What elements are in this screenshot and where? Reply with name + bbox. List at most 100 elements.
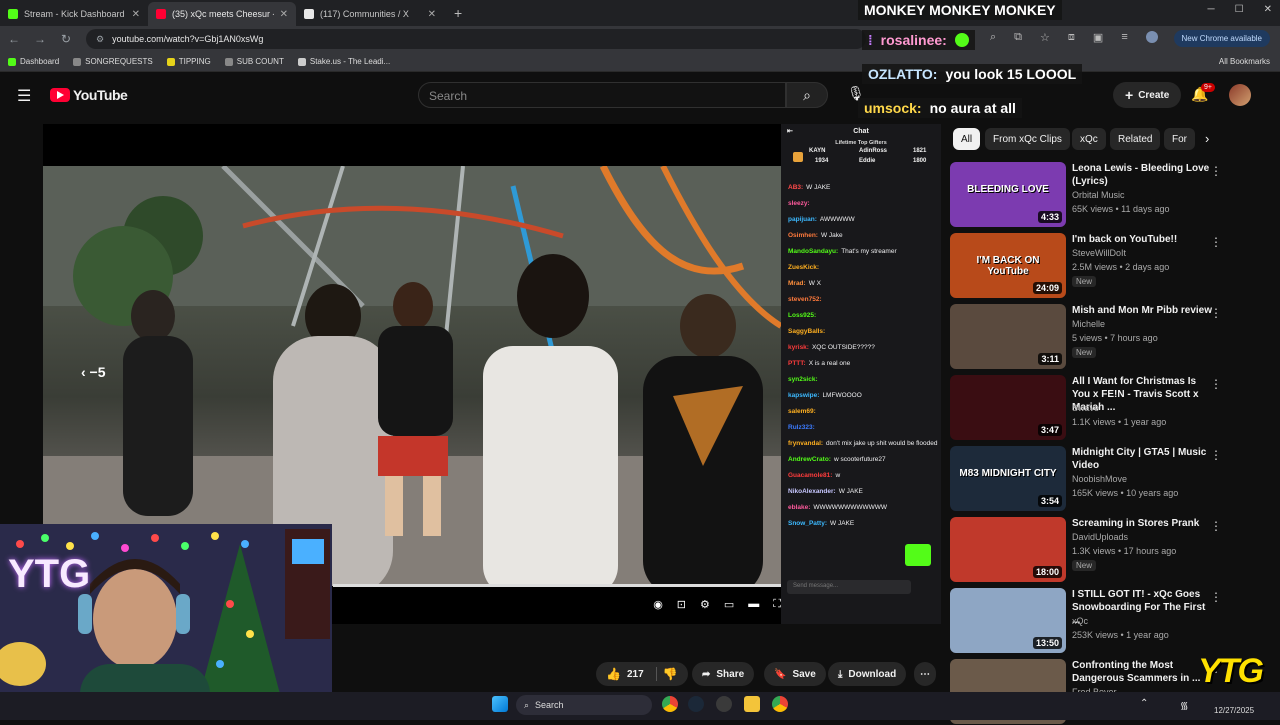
theater-icon[interactable]: ▬ xyxy=(748,598,759,611)
fullscreen-icon[interactable]: ⛶ xyxy=(773,598,781,611)
video-title[interactable]: I STILL GOT IT! - xQc Goes Snowboarding … xyxy=(1072,588,1212,627)
recommended-video[interactable]: 3:11 Mish and Mon Mr Pibb review Michelle 5… xyxy=(950,304,1270,370)
chat-username[interactable]: Guacamole81: xyxy=(788,472,832,479)
chat-username[interactable]: Osimhen: xyxy=(788,232,818,239)
download-button[interactable]: ⤓ Download xyxy=(828,662,907,686)
wifi-icon[interactable]: ᯾ xyxy=(1180,698,1189,712)
chat-username[interactable]: kapswipe: xyxy=(788,392,819,399)
video-menu-icon[interactable]: ⋮ xyxy=(1210,306,1222,320)
chat-username[interactable]: Loss925: xyxy=(788,312,816,319)
close-tab-icon[interactable]: ✕ xyxy=(428,9,436,20)
like-button[interactable]: 👍 217 👎 xyxy=(596,662,688,686)
video-menu-icon[interactable]: ⋮ xyxy=(1210,519,1222,533)
obs-icon[interactable] xyxy=(716,696,732,712)
recommended-video[interactable]: 13:50 I STILL GOT IT! - xQc Goes Snowboar… xyxy=(950,588,1270,654)
channel-name[interactable]: xQc xyxy=(1072,616,1088,626)
steam-icon[interactable] xyxy=(688,696,704,712)
more-actions-button[interactable]: ⋯ xyxy=(914,662,936,686)
recommended-video[interactable]: 3:47 All I Want for Christmas Is You x FE… xyxy=(950,375,1270,441)
profile-avatar[interactable] xyxy=(1145,31,1158,43)
new-tab-button[interactable]: + xyxy=(454,5,462,21)
chat-username[interactable]: salem69: xyxy=(788,408,816,415)
thumbs-down-icon[interactable]: 👎 xyxy=(663,667,678,681)
chat-username[interactable]: AB3: xyxy=(788,184,803,191)
sidepanel-icon[interactable]: ▣ xyxy=(1093,31,1103,44)
progress-bar[interactable] xyxy=(333,584,781,587)
taskbar-search[interactable]: ⌕ Search xyxy=(516,695,652,715)
video-thumbnail[interactable]: 3:11 xyxy=(950,304,1066,369)
video-thumbnail[interactable]: 13:50 xyxy=(950,588,1066,653)
video-menu-icon[interactable]: ⋮ xyxy=(1210,590,1222,604)
chip-from-xqc-clips[interactable]: From xQc Clips xyxy=(985,128,1070,150)
bookmark-item[interactable]: SUB COUNT xyxy=(224,57,284,66)
chat-username[interactable]: AndrewCrato: xyxy=(788,456,831,463)
channel-name[interactable]: DavidUploads xyxy=(1072,532,1128,542)
chat-username[interactable]: MandoSandayu: xyxy=(788,248,838,255)
account-avatar[interactable] xyxy=(1229,84,1251,106)
all-bookmarks-button[interactable]: All Bookmarks xyxy=(1219,57,1270,66)
browser-tab[interactable]: (117) Communities / X ✕ xyxy=(296,2,444,26)
chat-username[interactable]: Rulz323: xyxy=(788,424,815,431)
back-icon[interactable]: ← xyxy=(8,32,20,46)
channel-name[interactable]: Swave xyxy=(1072,403,1099,413)
search-input[interactable]: Search xyxy=(418,82,786,108)
video-title[interactable]: Leona Lewis - Bleeding Love (Lyrics) xyxy=(1072,162,1212,188)
chrome-icon[interactable] xyxy=(662,696,678,712)
chips-next-icon[interactable]: › xyxy=(1205,131,1209,146)
video-title[interactable]: Confronting the Most Dangerous Scammers … xyxy=(1072,659,1212,685)
extensions-icon[interactable]: ⧈ xyxy=(1068,31,1075,44)
chip-all[interactable]: All xyxy=(953,128,981,150)
forward-icon[interactable]: → xyxy=(34,32,46,46)
video-title[interactable]: Midnight City | GTA5 | Music Video xyxy=(1072,446,1212,472)
chat-username[interactable]: syn2sick: xyxy=(788,376,818,383)
video-menu-icon[interactable]: ⋮ xyxy=(1210,235,1222,249)
bookmark-item[interactable]: Stake.us - The Leadi... xyxy=(297,57,390,66)
close-tab-icon[interactable]: ✕ xyxy=(280,9,288,20)
chat-username[interactable]: steven752: xyxy=(788,296,822,303)
subtitles-icon[interactable]: ⊡ xyxy=(677,598,686,611)
channel-name[interactable]: Michelle xyxy=(1072,319,1105,329)
bookmark-item[interactable]: Dashboard xyxy=(8,57,59,66)
channel-name[interactable]: SteveWillDoIt xyxy=(1072,248,1126,258)
chat-username[interactable]: kyrisk: xyxy=(788,344,809,351)
video-thumbnail[interactable]: M83 MIDNIGHT CITY 3:54 xyxy=(950,446,1066,511)
new-chrome-button[interactable]: New Chrome available xyxy=(1173,30,1270,47)
clock-date[interactable]: 12/27/2025 xyxy=(1214,706,1254,715)
minimize-icon[interactable]: ─ xyxy=(1208,4,1215,15)
share-button[interactable]: ➦ Share xyxy=(692,662,755,686)
recommended-video[interactable]: M83 MIDNIGHT CITY 3:54 Midnight City | GTA… xyxy=(950,446,1270,512)
close-tab-icon[interactable]: ✕ xyxy=(132,9,140,20)
chat-username[interactable]: Snow_Patty: xyxy=(788,520,827,527)
bookmark-star-icon[interactable]: ☆ xyxy=(1040,31,1050,44)
youtube-logo[interactable]: YouTube xyxy=(50,87,128,103)
chat-username[interactable]: papijuan: xyxy=(788,216,817,223)
bookmark-item[interactable]: TIPPING xyxy=(166,57,211,66)
chat-username[interactable]: PTTT: xyxy=(788,360,806,367)
chat-username[interactable]: frynvandal: xyxy=(788,440,823,447)
chip-related[interactable]: Related xyxy=(1110,128,1161,150)
video-thumbnail[interactable]: BLEEDING LOVE 4:33 xyxy=(950,162,1066,227)
chat-send-button[interactable] xyxy=(905,544,931,566)
settings-gear-icon[interactable]: ⚙ xyxy=(700,598,710,611)
chat-input[interactable]: Send message... xyxy=(787,580,911,594)
chat-username[interactable]: sleezy: xyxy=(788,200,810,207)
chat-username[interactable]: NikoAlexander: xyxy=(788,488,836,495)
miniplayer-icon[interactable]: ▭ xyxy=(724,598,734,611)
media-icon[interactable]: ≡ xyxy=(1121,31,1127,44)
video-thumbnail[interactable]: 18:00 xyxy=(950,517,1066,582)
menu-icon[interactable]: ☰ xyxy=(17,86,31,106)
close-window-icon[interactable]: ✕ xyxy=(1264,4,1272,15)
bookmark-item[interactable]: SONGREQUESTS xyxy=(73,57,153,66)
chrome-icon[interactable] xyxy=(772,696,788,712)
site-info-icon[interactable]: ⚙ xyxy=(96,34,104,45)
chip-for-you[interactable]: For xyxy=(1164,128,1195,150)
chat-username[interactable]: ZuesKick: xyxy=(788,264,819,271)
chat-username[interactable]: SaggyBalls: xyxy=(788,328,825,335)
cast-icon[interactable]: ⧉ xyxy=(1014,31,1022,44)
chip-xqc[interactable]: xQc xyxy=(1072,128,1106,150)
chat-username[interactable]: eblake: xyxy=(788,504,810,511)
search-button[interactable]: ⌕ xyxy=(786,82,828,108)
video-title[interactable]: Mish and Mon Mr Pibb review xyxy=(1072,304,1212,317)
tray-overflow-icon[interactable]: ⌃ xyxy=(1140,698,1148,709)
browser-tab[interactable]: Stream - Kick Dashboard ✕ xyxy=(0,2,148,26)
